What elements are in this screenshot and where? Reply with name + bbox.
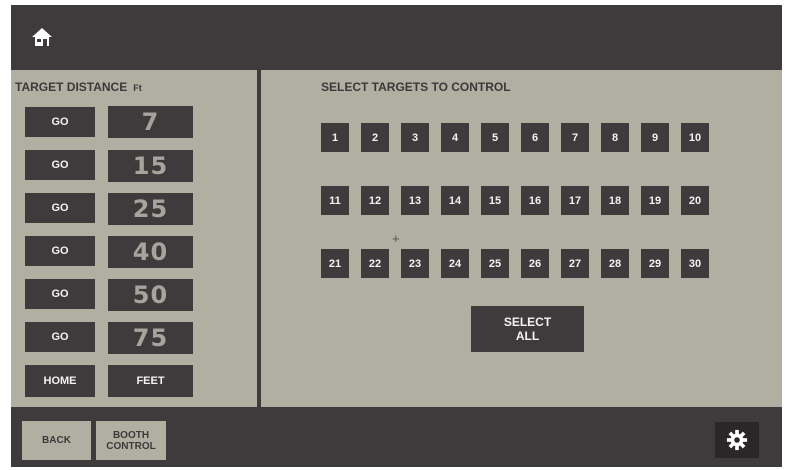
target-distance-title: TARGET DISTANCE Ft	[15, 80, 142, 94]
app-window: TARGET DISTANCE Ft GO 7 GO 15 GO 25 GO 40…	[11, 5, 782, 467]
go-button-2[interactable]: GO	[25, 150, 95, 180]
target-button-19[interactable]: 19	[641, 186, 669, 215]
target-button-2[interactable]: 2	[361, 123, 389, 152]
select-all-label-line2: ALL	[515, 329, 540, 343]
select-all-label-line1: SELECT	[503, 315, 552, 329]
target-button-23[interactable]: 23	[401, 249, 429, 278]
target-button-13[interactable]: 13	[401, 186, 429, 215]
target-button-15[interactable]: 15	[481, 186, 509, 215]
target-distance-label: TARGET DISTANCE	[15, 80, 128, 94]
settings-button[interactable]	[715, 422, 759, 458]
booth-control-label-line2: CONTROL	[106, 440, 156, 452]
target-button-29[interactable]: 29	[641, 249, 669, 278]
go-button-5[interactable]: GO	[25, 279, 95, 309]
target-button-18[interactable]: 18	[601, 186, 629, 215]
go-button-6[interactable]: GO	[25, 322, 95, 352]
target-button-28[interactable]: 28	[601, 249, 629, 278]
select-targets-panel: SELECT TARGETS TO CONTROL 1 2 3 4 5 6 7 8 9 10 11 1…	[261, 70, 782, 407]
distance-value-3: 25	[108, 193, 193, 225]
go-button-1[interactable]: GO	[25, 107, 95, 137]
distance-value-4: 40	[108, 236, 193, 268]
distance-value-2: 15	[108, 150, 193, 182]
booth-control-button[interactable]: BOOTH CONTROL	[96, 421, 166, 460]
target-button-12[interactable]: 12	[361, 186, 389, 215]
distance-value-1: 7	[108, 106, 193, 138]
target-button-21[interactable]: 21	[321, 249, 349, 278]
home-icon	[32, 28, 52, 46]
target-button-20[interactable]: 20	[681, 186, 709, 215]
select-all-button[interactable]: SELECT ALL	[471, 306, 584, 352]
target-button-3[interactable]: 3	[401, 123, 429, 152]
go-button-4[interactable]: GO	[25, 236, 95, 266]
distance-unit-label: Ft	[133, 83, 142, 93]
booth-control-label-line1: BOOTH	[112, 429, 150, 441]
target-button-5[interactable]: 5	[481, 123, 509, 152]
go-button-3[interactable]: GO	[25, 193, 95, 223]
distance-value-6: 75	[108, 322, 193, 354]
target-button-14[interactable]: 14	[441, 186, 469, 215]
target-button-1[interactable]: 1	[321, 123, 349, 152]
gear-icon	[726, 429, 748, 451]
bottom-bar: BACK BOOTH CONTROL	[11, 407, 782, 467]
target-distance-panel: TARGET DISTANCE Ft GO 7 GO 15 GO 25 GO 40…	[11, 70, 257, 407]
target-button-26[interactable]: 26	[521, 249, 549, 278]
target-button-17[interactable]: 17	[561, 186, 589, 215]
target-button-10[interactable]: 10	[681, 123, 709, 152]
top-bar	[11, 5, 782, 69]
home-button[interactable]	[27, 23, 57, 51]
target-button-8[interactable]: 8	[601, 123, 629, 152]
target-button-16[interactable]: 16	[521, 186, 549, 215]
target-button-6[interactable]: 6	[521, 123, 549, 152]
target-button-11[interactable]: 11	[321, 186, 349, 215]
target-button-24[interactable]: 24	[441, 249, 469, 278]
target-button-30[interactable]: 30	[681, 249, 709, 278]
target-button-22[interactable]: 22	[361, 249, 389, 278]
target-button-9[interactable]: 9	[641, 123, 669, 152]
target-button-25[interactable]: 25	[481, 249, 509, 278]
target-button-4[interactable]: 4	[441, 123, 469, 152]
distance-value-5: 50	[108, 279, 193, 311]
feet-units-button[interactable]: FEET	[108, 365, 193, 397]
back-button[interactable]: BACK	[22, 421, 91, 460]
target-button-7[interactable]: 7	[561, 123, 589, 152]
target-button-27[interactable]: 27	[561, 249, 589, 278]
select-targets-title: SELECT TARGETS TO CONTROL	[321, 80, 511, 94]
home-distance-button[interactable]: HOME	[25, 365, 95, 397]
